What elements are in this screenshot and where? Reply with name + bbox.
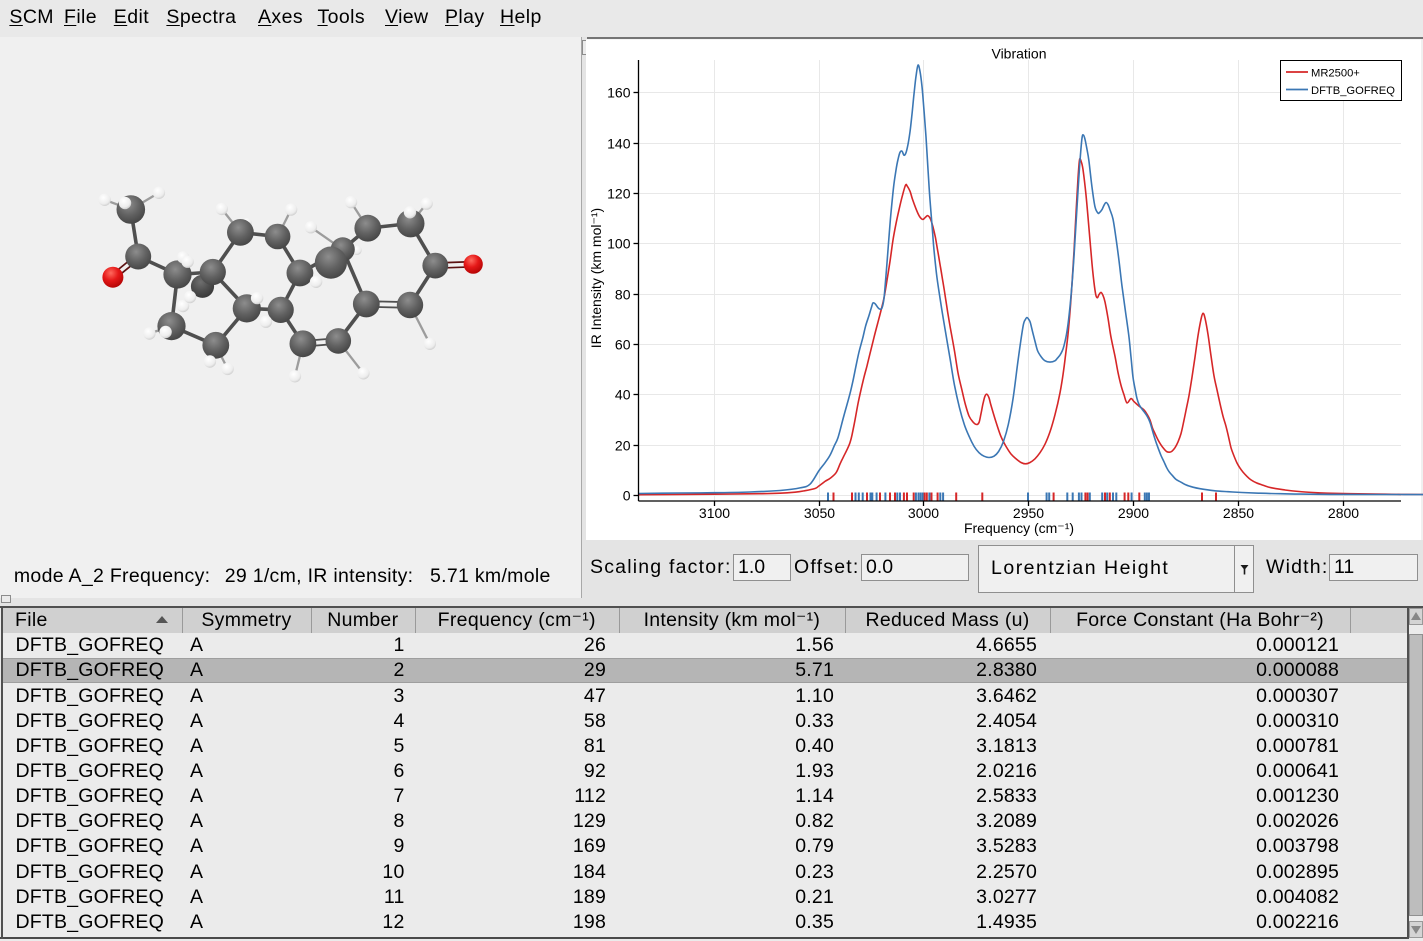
svg-text:Frequency (cm⁻¹): Frequency (cm⁻¹): [964, 520, 1074, 536]
svg-text:120: 120: [607, 186, 631, 202]
svg-text:160: 160: [607, 85, 631, 101]
svg-text:60: 60: [615, 337, 631, 353]
svg-text:3000: 3000: [908, 505, 939, 521]
svg-text:2900: 2900: [1118, 505, 1149, 521]
svg-text:DFTB_GOFREQ: DFTB_GOFREQ: [1311, 85, 1395, 97]
svg-text:Vibration: Vibration: [991, 46, 1046, 62]
svg-text:2950: 2950: [1013, 505, 1044, 521]
svg-text:80: 80: [615, 287, 631, 303]
svg-text:IR Intensity (km mol⁻¹): IR Intensity (km mol⁻¹): [588, 208, 604, 348]
svg-text:2850: 2850: [1223, 505, 1254, 521]
svg-text:MR2500+: MR2500+: [1311, 68, 1360, 80]
svg-text:2800: 2800: [1328, 505, 1359, 521]
svg-text:40: 40: [615, 387, 631, 403]
svg-text:0: 0: [623, 488, 631, 504]
svg-text:20: 20: [615, 438, 631, 454]
svg-text:3050: 3050: [804, 505, 835, 521]
svg-text:100: 100: [607, 236, 631, 252]
svg-text:140: 140: [607, 136, 631, 152]
svg-text:3100: 3100: [699, 505, 730, 521]
